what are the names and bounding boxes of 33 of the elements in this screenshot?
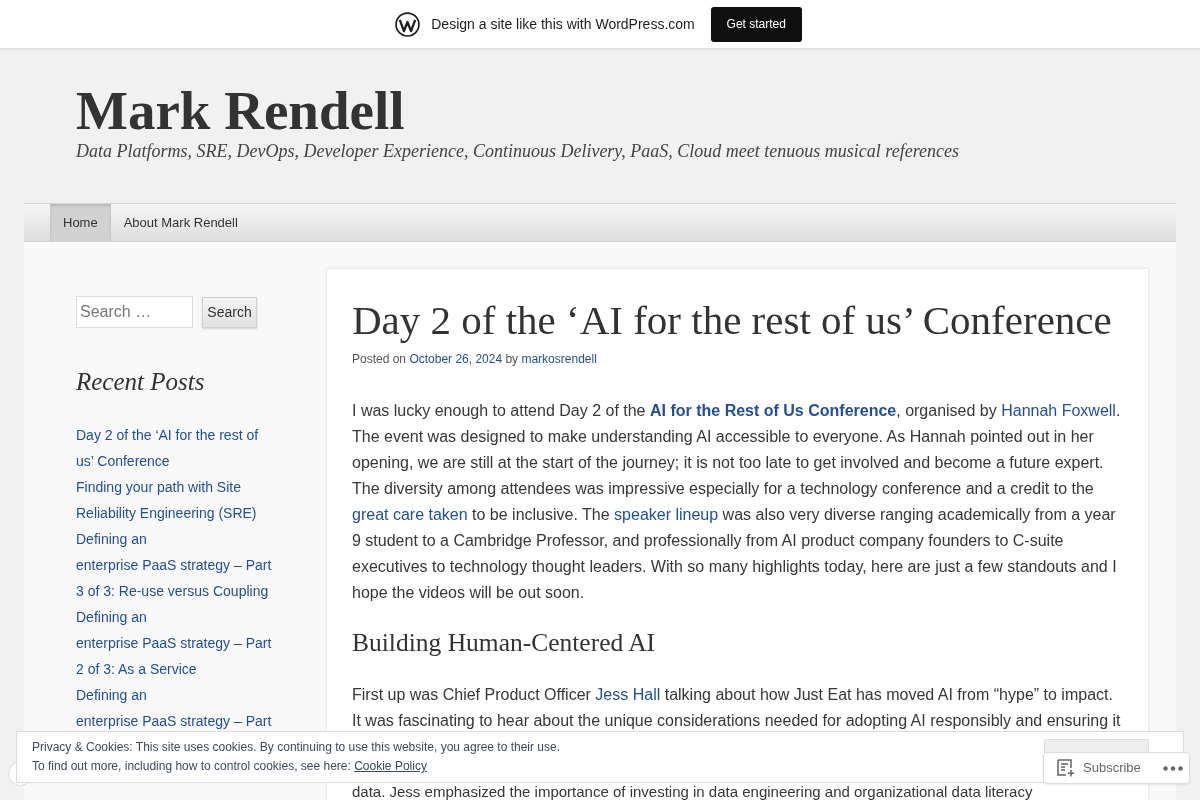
text-link[interactable]: October 26, 2024: [409, 352, 503, 366]
get-started-button[interactable]: Get started: [710, 6, 802, 42]
recent-post-link[interactable]: Defining an enterprise PaaS strategy – Part: [76, 682, 272, 734]
cookie-notice-text: Privacy & Cookies: This site uses cookies. By continuing to use this website, you agree to their use. To find out more, including how to control cookies, see here: Cookie Policy: [32, 739, 561, 775]
nav-item[interactable]: Home: [50, 204, 111, 241]
paragraph: I was lucky enough to attend Day 2 of the AI for the Rest of Us Conference, organised by Hannah Foxwell. The event was designed to make understanding AI accessible to everyone. As Hannah pointed out in her opening, we are still at the start of the journey; it is not too late to get involved and become a future expert. The diversity among attendees was impressive especially for a technology conference and a credit to the great care taken to be inclusive. The speaker lineup was also very diverse ranging academically from a year 9 student to a Cambridge Professor, and professionally from AI product company founders to C-suite executives to technology thought leaders. With so many highlights today, here are just a few standouts and I hope the videos will be out soon.: [352, 401, 1122, 603]
paragraph: data. Jess emphasized the importance of investing in data engineering and organizational data literacy: [352, 784, 1034, 799]
recent-post-link[interactable]: Finding your path with Site Reliability Engineering (SRE): [76, 474, 257, 526]
document-plus-icon: [1057, 759, 1075, 777]
cookie-policy-link[interactable]: Cookie Policy: [354, 759, 427, 773]
logo-icon: [395, 11, 421, 37]
recent-post-link[interactable]: Defining an enterprise PaaS strategy – Part 2 of 3: As a Service: [76, 604, 272, 682]
text-link[interactable]: Hannah Foxwell: [1001, 402, 1116, 419]
text-link[interactable]: great care taken: [352, 506, 468, 523]
text-link[interactable]: speaker lineup: [614, 506, 719, 523]
search-field[interactable]: Search …: [76, 296, 193, 328]
post-meta: Posted on October 26, 2024 by markosrendell: [352, 351, 598, 368]
site-tagline: Data Platforms, SRE, DevOps, Developer Experience, Continuous Delivery, PaaS, Cloud meet tenuous musical references: [76, 140, 960, 163]
recent-post-link[interactable]: Defining an enterprise PaaS strategy – Part 3 of 3: Re-use versus Coupling: [76, 526, 272, 604]
nav-item[interactable]: About Mark Rendell: [110, 204, 251, 241]
text-link[interactable]: Jess Hall: [595, 686, 661, 703]
paragraph: First up was Chief Product Officer Jess Hall talking about how Just Eat has moved AI from “hype” to impact. It was fascinating to hear about the unique considerations needed for adopting AI responsibly and ensuring it: [352, 685, 1122, 731]
text-link[interactable]: markosrendell: [521, 352, 597, 366]
ellipsis-icon[interactable]: [1162, 765, 1183, 771]
section-heading: Building Human-Centered AI: [352, 627, 657, 659]
recent-post-link[interactable]: Day 2 of the ‘AI for the rest of us’ Conference: [76, 422, 259, 474]
search-button[interactable]: Search: [202, 296, 257, 328]
promo-text: Design a site like this with WordPress.com: [431, 14, 695, 34]
site-title: Mark Rendell: [76, 83, 406, 139]
subscribe-button[interactable]: Subscribe: [1057, 758, 1141, 778]
widget-title: Recent Posts: [76, 367, 206, 397]
text-link[interactable]: AI for the Rest of Us Conference: [649, 402, 897, 419]
post-title: Day 2 of the ‘AI for the rest of us’ Conference: [352, 296, 1113, 344]
